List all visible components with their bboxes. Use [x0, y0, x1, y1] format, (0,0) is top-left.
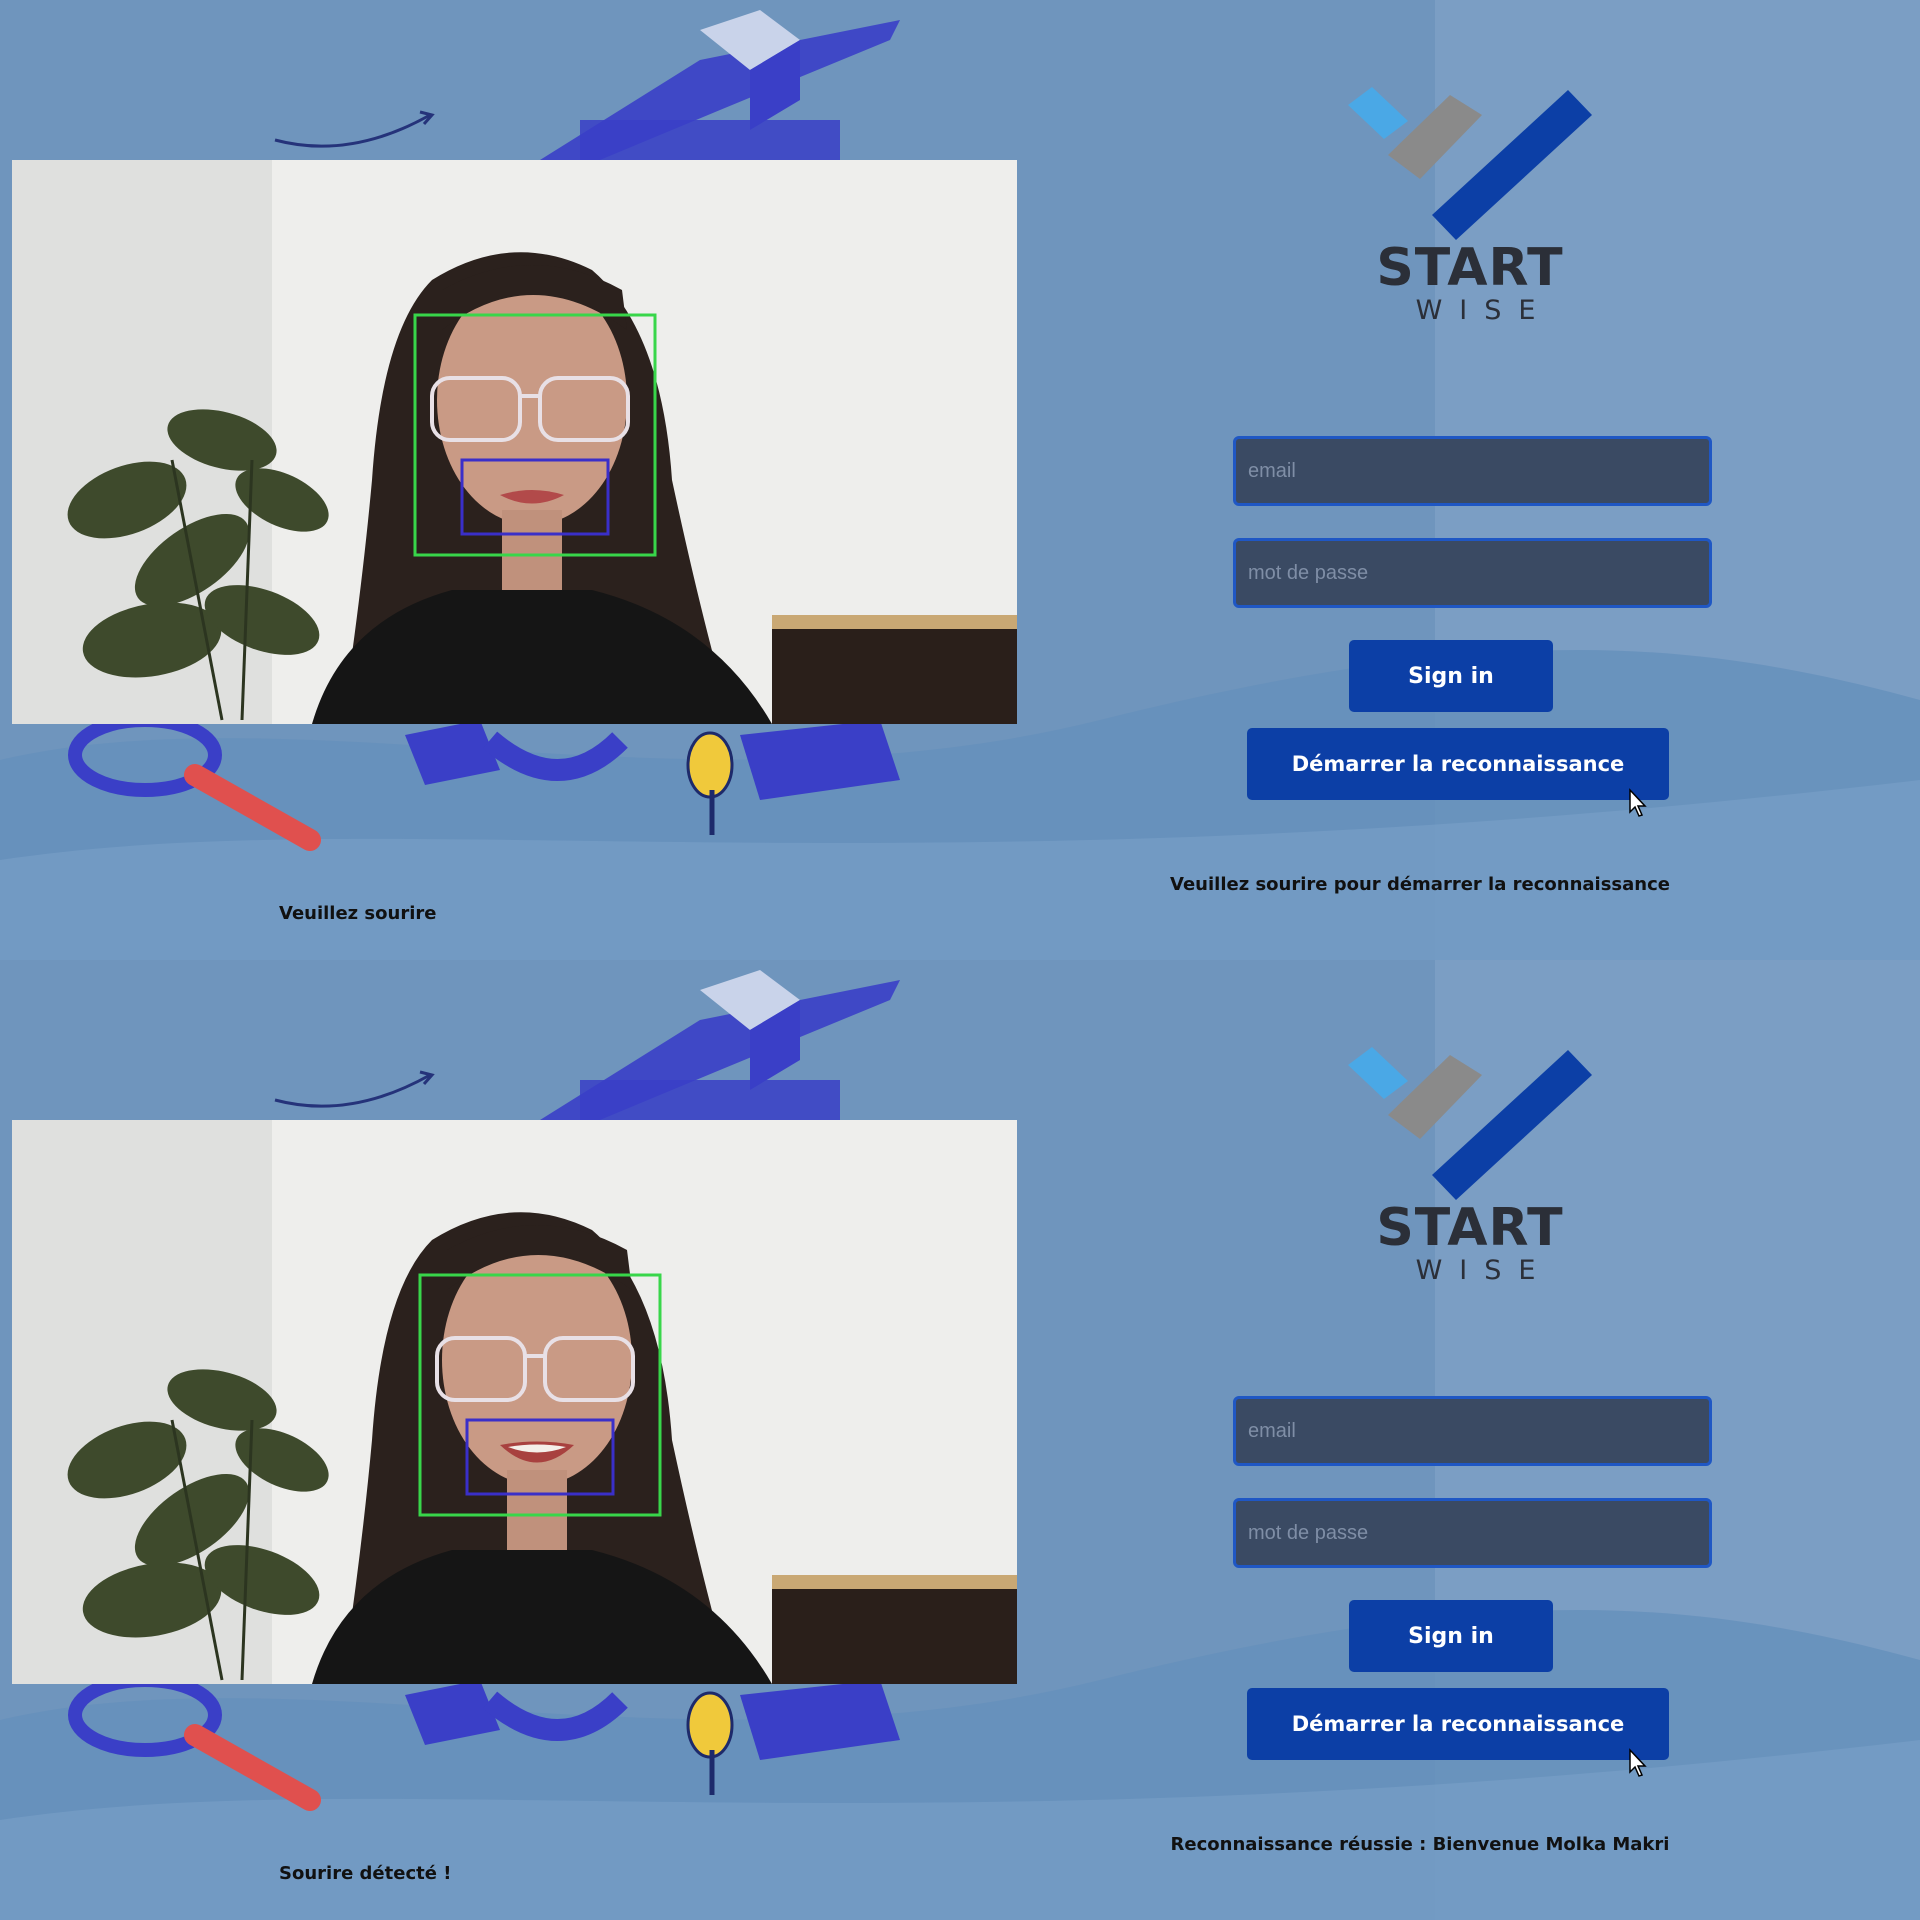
webcam-feed	[12, 160, 1017, 724]
status-message: Veuillez sourire pour démarrer la reconn…	[1170, 874, 1670, 895]
webcam-frame-image	[12, 160, 1017, 724]
webcam-frame-image	[12, 1120, 1017, 1684]
camera-hint: Sourire détecté !	[279, 1863, 452, 1884]
webcam-feed	[12, 1120, 1017, 1684]
password-field[interactable]	[1233, 538, 1712, 608]
brand-tagline: WISE	[1415, 1255, 1553, 1286]
mouse-cursor-icon	[1629, 788, 1647, 817]
email-field[interactable]	[1233, 436, 1712, 506]
mouse-cursor-icon	[1629, 1748, 1647, 1777]
status-message: Reconnaissance réussie : Bienvenue Molka…	[1170, 1834, 1670, 1855]
camera-hint: Veuillez sourire	[279, 903, 437, 924]
brand-name: START	[1376, 1198, 1564, 1258]
login-screen-after: START WISE Sign in Démarrer la reconnais…	[0, 960, 1920, 1920]
password-field[interactable]	[1233, 1498, 1712, 1568]
start-recognition-button[interactable]: Démarrer la reconnaissance	[1247, 1688, 1669, 1760]
sign-in-button[interactable]: Sign in	[1349, 640, 1553, 712]
login-screen-before: START WISE Sign in Démarrer la reconnais…	[0, 0, 1920, 960]
brand-name: START	[1376, 238, 1564, 298]
email-field[interactable]	[1233, 1396, 1712, 1466]
start-recognition-button[interactable]: Démarrer la reconnaissance	[1247, 728, 1669, 800]
sign-in-button[interactable]: Sign in	[1349, 1600, 1553, 1672]
brand-tagline: WISE	[1415, 295, 1553, 326]
